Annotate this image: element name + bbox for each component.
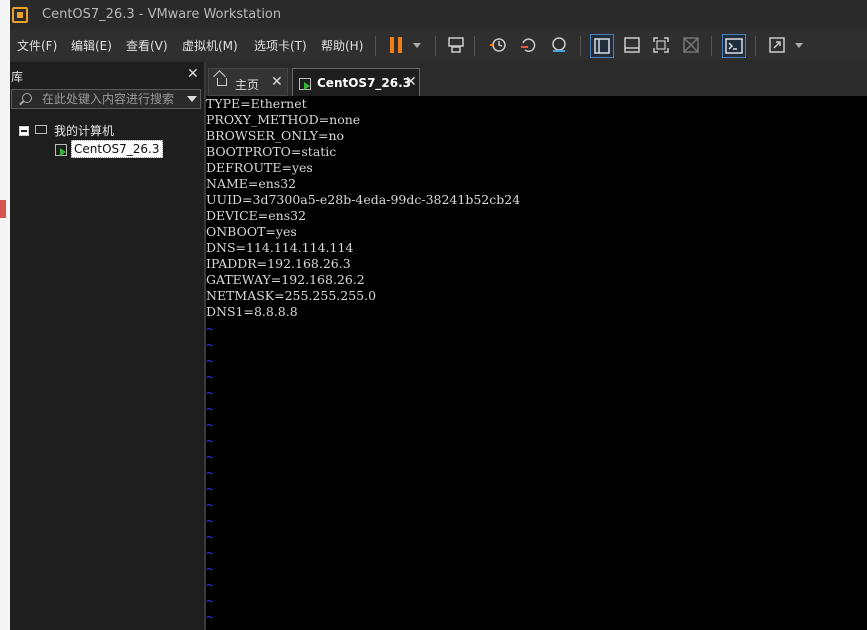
vim-empty-line-marker: ~ <box>206 562 214 576</box>
menu-toolbar: 文件(F) 编辑(E) 查看(V) 虚拟机(M) 选项卡(T) 帮助(H) <box>10 30 867 60</box>
terminal-line: DEVICE=ens32 <box>206 208 307 223</box>
tab-vm-close-icon[interactable]: ✕ <box>405 74 417 90</box>
search-dropdown-icon[interactable] <box>187 96 197 102</box>
vim-empty-line-marker: ~ <box>206 625 213 630</box>
background-marker <box>0 200 6 218</box>
library-title: 库 <box>11 70 24 84</box>
terminal-line: DEFROUTE=yes <box>206 160 313 175</box>
revert-snapshot-icon[interactable] <box>519 35 539 55</box>
terminal-line: DNS1=8.8.8.8 <box>206 304 298 319</box>
toolbar-separator <box>474 36 475 56</box>
vim-empty-line-marker: ~ <box>206 594 214 608</box>
computer-icon <box>35 125 47 134</box>
vim-empty-line-marker: ~ <box>206 354 214 368</box>
vim-empty-line-marker: ~ <box>206 322 214 336</box>
terminal-line: NETMASK=255.255.255.0 <box>206 288 377 303</box>
terminal-line: IPADDR=192.168.26.3 <box>206 256 351 271</box>
home-icon <box>217 78 227 86</box>
toolbar-separator <box>755 36 756 56</box>
vim-empty-line-marker: ~ <box>206 498 214 512</box>
toolbar-separator <box>375 36 376 56</box>
vim-empty-line-marker: ~ <box>206 450 214 464</box>
library-panel: 库 ✕ 我的计算机 CentOS7_26.3 <box>10 62 206 630</box>
vm-tab-icon <box>299 78 311 90</box>
vim-empty-line-marker: ~ <box>206 578 214 592</box>
menu-view[interactable]: 查看(V) <box>126 37 168 54</box>
vim-empty-line-marker: ~ <box>206 418 214 432</box>
menu-tabs[interactable]: 选项卡(T) <box>254 37 307 54</box>
library-header: 库 ✕ <box>10 62 204 86</box>
thumbnail-bar-icon[interactable] <box>622 35 642 55</box>
terminal-line: DNS=114.114.114.114 <box>206 240 354 255</box>
vim-empty-line-marker: ~ <box>206 514 214 528</box>
background-window-edge <box>0 0 10 630</box>
vim-empty-line-marker: ~ <box>206 402 214 416</box>
snapshot-icon[interactable] <box>488 35 508 55</box>
menu-vm[interactable]: 虚拟机(M) <box>182 37 238 54</box>
library-search-input[interactable] <box>42 91 182 107</box>
terminal-line: NAME=ens32 <box>206 176 297 191</box>
terminal-line: GATEWAY=192.168.26.2 <box>206 272 365 287</box>
tab-home[interactable]: 主页 ✕ <box>208 68 288 96</box>
title-bar: CentOS7_26.3 - VMware Workstation <box>10 0 867 30</box>
terminal-line: PROXY_METHOD=none <box>206 112 361 127</box>
vim-empty-line-marker: ~ <box>206 530 214 544</box>
menu-edit[interactable]: 编辑(E) <box>71 37 112 54</box>
show-library-icon[interactable] <box>590 34 614 58</box>
vim-empty-line-marker: ~ <box>206 466 214 480</box>
menu-help[interactable]: 帮助(H) <box>321 37 363 54</box>
vim-empty-line-marker: ~ <box>206 370 214 384</box>
tab-home-label: 主页 <box>235 78 260 92</box>
terminal-line: BOOTPROTO=static <box>206 144 337 159</box>
toolbar-separator <box>711 36 712 56</box>
vim-empty-line-marker: ~ <box>206 610 214 624</box>
stretch-icon[interactable] <box>767 35 787 55</box>
vim-empty-line-marker: ~ <box>206 546 214 560</box>
pause-dropdown-icon[interactable] <box>413 43 421 48</box>
vim-empty-line-marker: ~ <box>206 386 214 400</box>
terminal-line: UUID=3d7300a5-e28b-4eda-99dc-38241b52cb2… <box>206 192 521 207</box>
unity-icon[interactable] <box>681 35 701 55</box>
terminal-line: ONBOOT=yes <box>206 224 297 239</box>
tab-vm[interactable]: CentOS7_26.3 ✕ <box>292 68 420 98</box>
toolbar-separator <box>435 36 436 56</box>
terminal-line: BROWSER_ONLY=no <box>206 128 345 143</box>
vim-empty-line-marker: ~ <box>206 338 214 352</box>
tab-bar: 主页 ✕ CentOS7_26.3 ✕ <box>208 68 867 98</box>
console-view-icon[interactable] <box>722 34 746 58</box>
vim-empty-line-marker: ~ <box>206 434 214 448</box>
menu-file[interactable]: 文件(F) <box>17 37 57 54</box>
tree-item-vm[interactable]: CentOS7_26.3 <box>71 140 163 158</box>
tab-vm-label: CentOS7_26.3 <box>317 76 412 90</box>
stretch-dropdown-icon[interactable] <box>795 43 803 48</box>
tree-item-my-computer[interactable]: 我的计算机 <box>54 122 114 139</box>
vm-console[interactable]: TYPE=Ethernet PROXY_METHOD=none BROWSER_ON… <box>206 96 867 630</box>
library-close-icon[interactable]: ✕ <box>187 66 199 82</box>
send-ctrl-alt-del-icon[interactable] <box>446 35 466 55</box>
terminal-line: TYPE=Ethernet <box>206 96 307 111</box>
search-icon <box>22 93 32 103</box>
pause-icon[interactable] <box>388 35 408 55</box>
library-search[interactable] <box>11 89 201 109</box>
snapshot-manager-icon[interactable] <box>549 35 569 55</box>
vm-running-icon <box>55 144 67 156</box>
vmware-window: CentOS7_26.3 - VMware Workstation 文件(F) … <box>10 0 867 630</box>
vim-empty-line-marker: ~ <box>206 482 214 496</box>
tree-collapse-icon[interactable] <box>19 126 29 136</box>
vmware-logo-icon <box>12 7 28 23</box>
fullscreen-icon[interactable] <box>651 35 671 55</box>
tab-home-close-icon[interactable]: ✕ <box>271 74 283 90</box>
window-title: CentOS7_26.3 - VMware Workstation <box>42 7 282 22</box>
toolbar-separator <box>580 36 581 56</box>
